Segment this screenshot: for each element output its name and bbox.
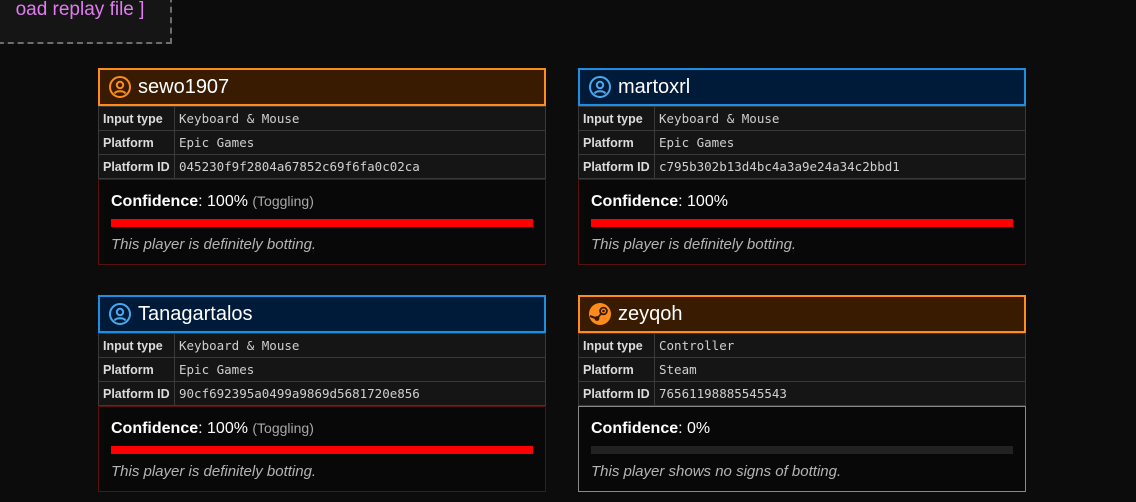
player-info-table: Input type Keyboard & Mouse Platform Epi…: [98, 106, 546, 179]
platform-id-label: Platform ID: [98, 381, 175, 406]
user-circle-icon: [109, 303, 131, 325]
player-name: Tanagartalos: [138, 302, 253, 325]
confidence-line: Confidence: 100% (Toggling): [111, 193, 314, 210]
confidence-label: Confidence: [591, 420, 679, 437]
player-card-header: martoxrl: [578, 68, 1026, 106]
platform-label: Platform: [578, 357, 655, 382]
table-row: Platform Epic Games: [98, 357, 546, 382]
confidence-bar: [591, 446, 1013, 454]
table-row: Input type Keyboard & Mouse: [98, 106, 546, 131]
input-type-label: Input type: [98, 333, 175, 358]
player-card-header: Tanagartalos: [98, 295, 546, 333]
player-info-table: Input type Keyboard & Mouse Platform Epi…: [578, 106, 1026, 179]
steam-icon: [589, 303, 611, 325]
confidence-bar: [591, 219, 1013, 227]
confidence-panel: Confidence: 100% (Toggling) This player …: [98, 406, 546, 492]
input-type-label: Input type: [98, 106, 175, 131]
table-row: Platform Epic Games: [98, 130, 546, 155]
confidence-line: Confidence: 100%: [591, 193, 728, 210]
verdict-text: This player is definitely botting.: [111, 236, 317, 253]
table-row: Platform ID 76561198885545543: [578, 381, 1026, 406]
verdict-text: This player is definitely botting.: [591, 236, 797, 253]
confidence-bar: [111, 446, 533, 454]
player-card: sewo1907 Input type Keyboard & Mouse Pla…: [98, 68, 546, 265]
platform-id-value: c795b302b13d4bc4a3a9e24a34c2bbd1: [654, 154, 1026, 179]
platform-value: Epic Games: [174, 357, 546, 382]
table-row: Platform ID c795b302b13d4bc4a3a9e24a34c2…: [578, 154, 1026, 179]
player-info-table: Input type Controller Platform Steam Pla…: [578, 333, 1026, 406]
input-type-value: Keyboard & Mouse: [174, 333, 546, 358]
table-row: Input type Controller: [578, 333, 1026, 358]
platform-value: Epic Games: [654, 130, 1026, 155]
confidence-label: Confidence: [111, 420, 199, 437]
player-info-table: Input type Keyboard & Mouse Platform Epi…: [98, 333, 546, 406]
upload-replay-button[interactable]: oad replay file ]: [0, 0, 172, 44]
player-card-header: sewo1907: [98, 68, 546, 106]
platform-label: Platform: [578, 130, 655, 155]
input-type-value: Keyboard & Mouse: [174, 106, 546, 131]
platform-id-value: 90cf692395a0499a9869d5681720e856: [174, 381, 546, 406]
confidence-panel: Confidence: 100% (Toggling) This player …: [98, 179, 546, 265]
player-name: sewo1907: [138, 75, 230, 98]
confidence-label: Confidence: [591, 193, 679, 210]
platform-id-label: Platform ID: [578, 381, 655, 406]
platform-label: Platform: [98, 357, 175, 382]
table-row: Input type Keyboard & Mouse: [98, 333, 546, 358]
verdict-text: This player is definitely botting.: [111, 463, 317, 480]
confidence-note: (Toggling): [252, 420, 314, 436]
confidence-value: 100%: [207, 420, 248, 437]
platform-value: Steam: [654, 357, 1026, 382]
confidence-panel: Confidence: 0% This player shows no sign…: [578, 406, 1026, 492]
table-row: Platform ID 90cf692395a0499a9869d5681720…: [98, 381, 546, 406]
input-type-value: Keyboard & Mouse: [654, 106, 1026, 131]
confidence-value: 100%: [687, 193, 728, 210]
player-card: Tanagartalos Input type Keyboard & Mouse…: [98, 295, 546, 492]
platform-label: Platform: [98, 130, 175, 155]
confidence-value: 0%: [687, 420, 711, 437]
table-row: Platform Steam: [578, 357, 1026, 382]
confidence-value: 100%: [207, 193, 248, 210]
user-circle-icon: [109, 76, 131, 98]
player-card: zeyqoh Input type Controller Platform St…: [578, 295, 1026, 492]
platform-id-value: 045230f9f2804a67852c69f6fa0c02ca: [174, 154, 546, 179]
platform-id-label: Platform ID: [578, 154, 655, 179]
player-name: martoxrl: [618, 75, 691, 98]
player-card: martoxrl Input type Keyboard & Mouse Pla…: [578, 68, 1026, 265]
confidence-bar-fill: [111, 219, 533, 227]
user-circle-icon: [589, 76, 611, 98]
player-name: zeyqoh: [618, 302, 683, 325]
platform-id-label: Platform ID: [98, 154, 175, 179]
confidence-line: Confidence: 0%: [591, 420, 711, 437]
input-type-value: Controller: [654, 333, 1026, 358]
confidence-label: Confidence: [111, 193, 199, 210]
confidence-bar-fill: [111, 446, 533, 454]
upload-replay-label: oad replay file ]: [15, 0, 145, 20]
confidence-bar-fill: [591, 219, 1013, 227]
confidence-line: Confidence: 100% (Toggling): [111, 420, 314, 437]
confidence-panel: Confidence: 100% This player is definite…: [578, 179, 1026, 265]
platform-value: Epic Games: [174, 130, 546, 155]
confidence-note: (Toggling): [252, 193, 314, 209]
platform-id-value: 76561198885545543: [654, 381, 1026, 406]
app-root: oad replay file ] sewo1907 Input type Ke…: [0, 0, 1136, 502]
table-row: Platform Epic Games: [578, 130, 1026, 155]
confidence-bar: [111, 219, 533, 227]
player-card-header: zeyqoh: [578, 295, 1026, 333]
table-row: Input type Keyboard & Mouse: [578, 106, 1026, 131]
input-type-label: Input type: [578, 106, 655, 131]
input-type-label: Input type: [578, 333, 655, 358]
verdict-text: This player shows no signs of botting.: [591, 463, 842, 480]
table-row: Platform ID 045230f9f2804a67852c69f6fa0c…: [98, 154, 546, 179]
